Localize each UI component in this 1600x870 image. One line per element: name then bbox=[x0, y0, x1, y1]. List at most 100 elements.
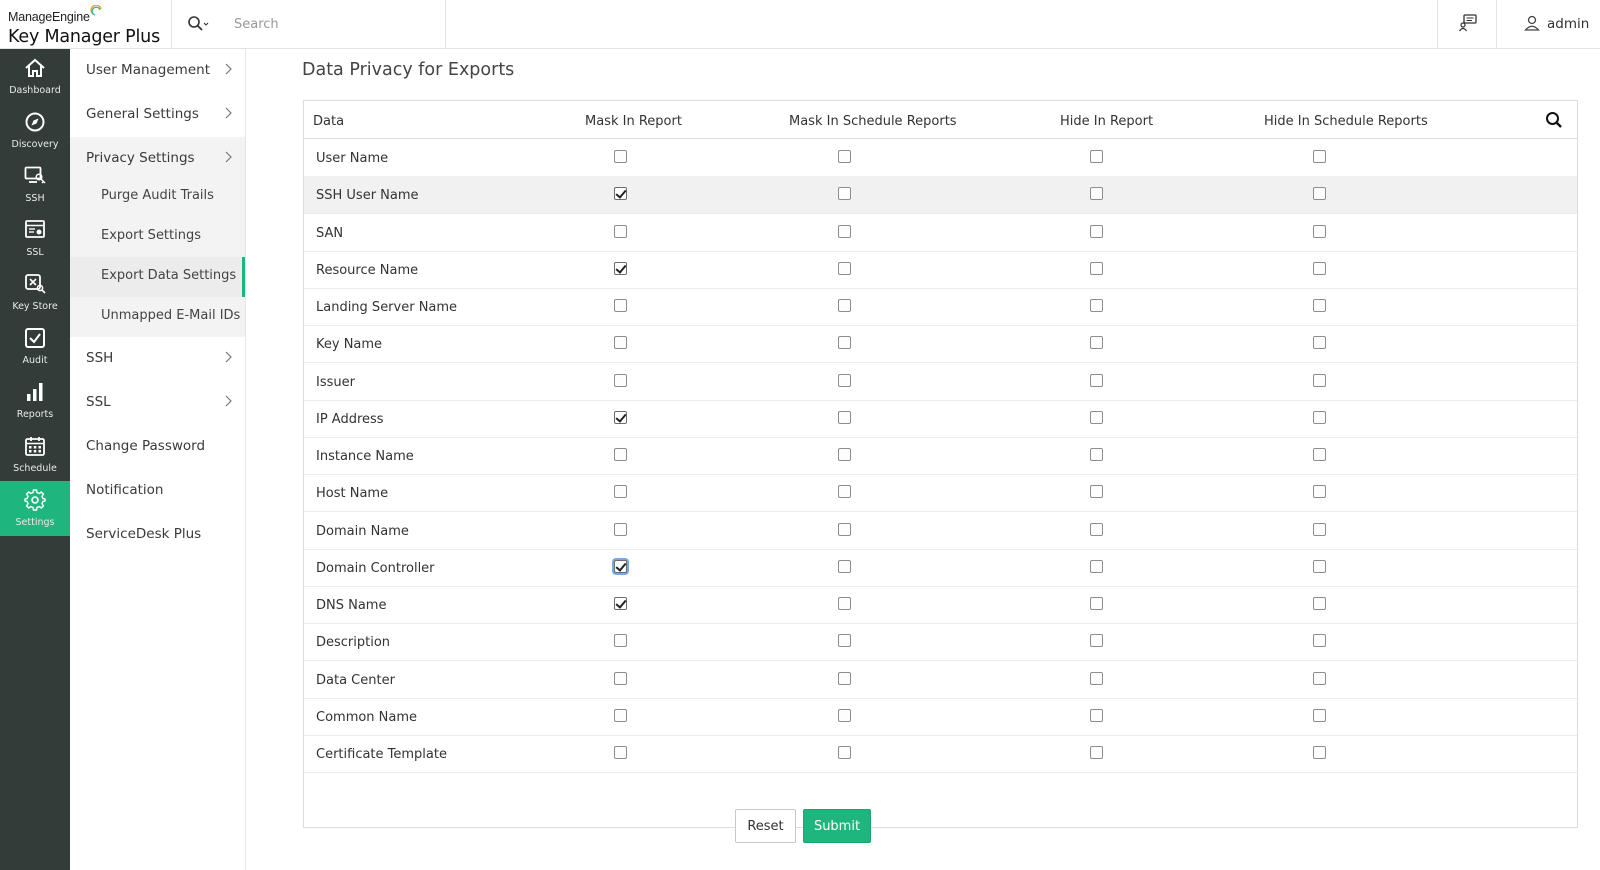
mask-schedule-checkbox[interactable] bbox=[838, 485, 851, 499]
hide-schedule-checkbox[interactable] bbox=[1313, 671, 1326, 685]
settings-submenu: User Management General Settings Privacy… bbox=[70, 49, 246, 870]
table-search-icon[interactable] bbox=[1545, 111, 1563, 129]
mask-schedule-checkbox[interactable] bbox=[838, 224, 851, 238]
mask-schedule-checkbox[interactable] bbox=[838, 150, 851, 163]
announcement-button[interactable] bbox=[1437, 0, 1497, 48]
hide-report-checkbox[interactable] bbox=[1090, 597, 1103, 610]
submenu-unmapped-email-ids[interactable]: Unmapped E-Mail IDs bbox=[70, 297, 245, 337]
submenu-export-settings[interactable]: Export Settings bbox=[70, 217, 245, 257]
row-label: Certificate Template bbox=[316, 747, 447, 762]
hide-schedule-checkbox[interactable] bbox=[1313, 746, 1326, 759]
hide-schedule-checkbox[interactable] bbox=[1313, 224, 1326, 238]
rail-item-audit[interactable]: Audit bbox=[0, 319, 70, 374]
mask-report-checkbox[interactable] bbox=[614, 373, 627, 387]
hide-schedule-checkbox[interactable] bbox=[1313, 522, 1326, 536]
mask-report-checkbox[interactable] bbox=[614, 410, 627, 424]
submenu-ssh[interactable]: SSH bbox=[70, 337, 245, 381]
mask-schedule-checkbox[interactable] bbox=[838, 336, 851, 350]
submenu-notification[interactable]: Notification bbox=[70, 469, 245, 513]
rail-item-reports[interactable]: Reports bbox=[0, 373, 70, 428]
user-menu[interactable]: admin bbox=[1497, 0, 1600, 48]
hide-report-checkbox[interactable] bbox=[1090, 336, 1103, 350]
announcement-icon bbox=[1459, 14, 1477, 32]
logo[interactable]: ManageEngine Key Manager Plus bbox=[8, 5, 160, 47]
hide-report-checkbox[interactable] bbox=[1090, 485, 1103, 499]
hide-schedule-checkbox[interactable] bbox=[1313, 634, 1326, 648]
mask-report-checkbox[interactable] bbox=[614, 150, 627, 163]
hide-schedule-checkbox[interactable] bbox=[1313, 448, 1326, 461]
hide-report-checkbox[interactable] bbox=[1090, 634, 1103, 648]
hide-report-checkbox[interactable] bbox=[1090, 522, 1103, 536]
submenu-user-management[interactable]: User Management bbox=[70, 49, 245, 93]
mask-schedule-checkbox[interactable] bbox=[838, 522, 851, 536]
hide-report-checkbox[interactable] bbox=[1090, 299, 1103, 312]
mask-report-checkbox[interactable] bbox=[614, 522, 627, 536]
hide-schedule-checkbox[interactable] bbox=[1313, 373, 1326, 387]
submenu-purge-audit-trails[interactable]: Purge Audit Trails bbox=[70, 177, 245, 217]
hide-schedule-checkbox[interactable] bbox=[1313, 708, 1326, 722]
mask-report-checkbox[interactable] bbox=[614, 597, 627, 610]
mask-report-checkbox[interactable] bbox=[614, 559, 627, 573]
rail-item-schedule[interactable]: Schedule bbox=[0, 427, 70, 482]
reset-button[interactable]: Reset bbox=[735, 809, 796, 843]
hide-report-checkbox[interactable] bbox=[1090, 261, 1103, 275]
mask-schedule-checkbox[interactable] bbox=[838, 261, 851, 275]
mask-schedule-checkbox[interactable] bbox=[838, 708, 851, 722]
hide-schedule-checkbox[interactable] bbox=[1313, 299, 1326, 312]
mask-schedule-checkbox[interactable] bbox=[838, 187, 851, 201]
hide-schedule-checkbox[interactable] bbox=[1313, 261, 1326, 275]
hide-report-checkbox[interactable] bbox=[1090, 410, 1103, 424]
hide-report-checkbox[interactable] bbox=[1090, 150, 1103, 163]
hide-report-checkbox[interactable] bbox=[1090, 671, 1103, 685]
hide-schedule-checkbox[interactable] bbox=[1313, 597, 1326, 610]
hide-report-checkbox[interactable] bbox=[1090, 224, 1103, 238]
mask-report-checkbox[interactable] bbox=[614, 448, 627, 461]
mask-schedule-checkbox[interactable] bbox=[838, 559, 851, 573]
mask-report-checkbox[interactable] bbox=[614, 746, 627, 759]
submenu-ssl[interactable]: SSL bbox=[70, 381, 245, 425]
search-input[interactable] bbox=[234, 13, 434, 35]
mask-report-checkbox[interactable] bbox=[614, 634, 627, 648]
submenu-privacy-settings[interactable]: Privacy Settings bbox=[70, 137, 245, 181]
mask-report-checkbox[interactable] bbox=[614, 261, 627, 275]
rail-item-ssh[interactable]: SSH bbox=[0, 157, 70, 212]
hide-report-checkbox[interactable] bbox=[1090, 448, 1103, 461]
hide-schedule-checkbox[interactable] bbox=[1313, 187, 1326, 201]
mask-schedule-checkbox[interactable] bbox=[838, 373, 851, 387]
hide-report-checkbox[interactable] bbox=[1090, 373, 1103, 387]
rail-item-discovery[interactable]: Discovery bbox=[0, 103, 70, 158]
mask-report-checkbox[interactable] bbox=[614, 671, 627, 685]
rail-item-key-store[interactable]: Key Store bbox=[0, 265, 70, 320]
rail-item-settings[interactable]: Settings bbox=[0, 481, 70, 536]
hide-schedule-checkbox[interactable] bbox=[1313, 559, 1326, 573]
mask-schedule-checkbox[interactable] bbox=[838, 671, 851, 685]
mask-report-checkbox[interactable] bbox=[614, 224, 627, 238]
hide-report-checkbox[interactable] bbox=[1090, 559, 1103, 573]
submenu-export-data-settings[interactable]: Export Data Settings bbox=[70, 257, 245, 297]
mask-schedule-checkbox[interactable] bbox=[838, 746, 851, 759]
hide-report-checkbox[interactable] bbox=[1090, 746, 1103, 759]
hide-report-checkbox[interactable] bbox=[1090, 708, 1103, 722]
mask-schedule-checkbox[interactable] bbox=[838, 299, 851, 312]
mask-report-checkbox[interactable] bbox=[614, 485, 627, 499]
mask-schedule-checkbox[interactable] bbox=[838, 448, 851, 461]
mask-report-checkbox[interactable] bbox=[614, 708, 627, 722]
search-icon[interactable] bbox=[187, 15, 211, 33]
mask-schedule-checkbox[interactable] bbox=[838, 634, 851, 648]
submenu-general-settings[interactable]: General Settings bbox=[70, 93, 245, 137]
submit-button[interactable]: Submit bbox=[803, 809, 871, 843]
hide-schedule-checkbox[interactable] bbox=[1313, 410, 1326, 424]
hide-report-checkbox[interactable] bbox=[1090, 187, 1103, 201]
mask-report-checkbox[interactable] bbox=[614, 187, 627, 201]
mask-report-checkbox[interactable] bbox=[614, 299, 627, 312]
submenu-servicedesk-plus[interactable]: ServiceDesk Plus bbox=[70, 513, 245, 557]
rail-item-ssl[interactable]: SSL bbox=[0, 211, 70, 266]
submenu-change-password[interactable]: Change Password bbox=[70, 425, 245, 469]
mask-schedule-checkbox[interactable] bbox=[838, 410, 851, 424]
mask-schedule-checkbox[interactable] bbox=[838, 597, 851, 610]
mask-report-checkbox[interactable] bbox=[614, 336, 627, 350]
hide-schedule-checkbox[interactable] bbox=[1313, 150, 1326, 163]
hide-schedule-checkbox[interactable] bbox=[1313, 485, 1326, 499]
rail-item-dashboard[interactable]: Dashboard bbox=[0, 49, 70, 104]
hide-schedule-checkbox[interactable] bbox=[1313, 336, 1326, 350]
